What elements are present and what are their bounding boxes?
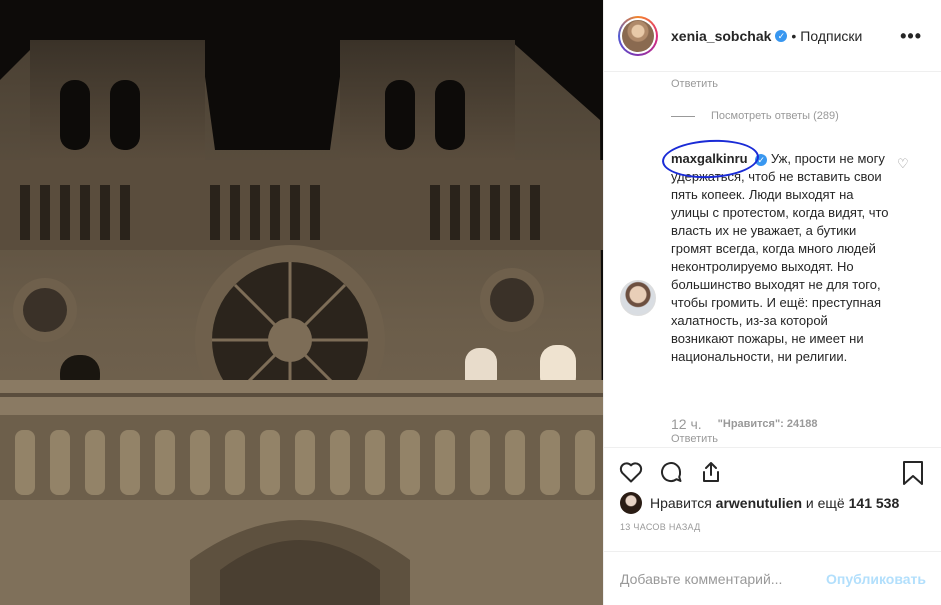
action-bar bbox=[604, 447, 941, 495]
liked-by-prefix: Нравится bbox=[650, 495, 712, 511]
heart-icon[interactable] bbox=[618, 459, 644, 485]
avatar-image bbox=[622, 19, 654, 52]
comments-list[interactable]: Ответить Посмотреть ответы (289) maxgalk… bbox=[604, 72, 941, 447]
bookmark-icon[interactable] bbox=[902, 460, 924, 486]
notre-dame-cathedral-image bbox=[0, 0, 603, 605]
post-side-panel: xenia_sobchak ✓ • Подписки ••• Ответить … bbox=[603, 0, 941, 605]
share-icon[interactable] bbox=[698, 459, 724, 485]
post-header: xenia_sobchak ✓ • Подписки ••• bbox=[604, 0, 941, 72]
comment-likes-count[interactable]: "Нравится": 24188 bbox=[718, 418, 818, 430]
liker-avatar[interactable] bbox=[620, 492, 642, 514]
comment-time: 12 ч. bbox=[671, 416, 702, 432]
view-replies-label: Посмотреть ответы (289) bbox=[711, 110, 839, 122]
likes-count[interactable]: 141 538 bbox=[849, 495, 900, 511]
author-avatar[interactable] bbox=[618, 15, 658, 56]
post-timestamp[interactable]: 13 ЧАСОВ НАЗАД bbox=[620, 522, 701, 532]
liker-username[interactable]: arwenutulien bbox=[716, 495, 802, 511]
commenter-username-text: maxgalkinru bbox=[671, 151, 748, 166]
comment-like-heart-icon[interactable]: ♡ bbox=[897, 156, 909, 172]
verified-badge-icon: ✓ bbox=[755, 153, 768, 166]
author-username[interactable]: xenia_sobchak bbox=[671, 28, 771, 44]
more-options-icon[interactable]: ••• bbox=[900, 26, 922, 47]
reply-button[interactable]: Ответить bbox=[671, 78, 718, 90]
commenter-username[interactable]: maxgalkinru bbox=[661, 137, 760, 181]
comment-icon[interactable] bbox=[658, 459, 684, 485]
separator-dot: • bbox=[791, 27, 797, 44]
liked-by-suffix: и ещё bbox=[805, 495, 845, 511]
comment-input[interactable] bbox=[620, 570, 827, 587]
replies-divider-line bbox=[671, 115, 695, 117]
comment-body: maxgalkinru ✓ Уж, прости не могу удержат… bbox=[661, 137, 889, 366]
commenter-avatar[interactable] bbox=[620, 280, 656, 316]
comment-text: Уж, прости не могу удержаться, чтоб не в… bbox=[671, 151, 889, 364]
verified-badge-icon: ✓ bbox=[775, 29, 788, 42]
liked-by-line: Нравится arwenutulien и ещё 141 538 bbox=[620, 492, 899, 514]
comment-form: Опубликовать bbox=[604, 551, 941, 605]
publish-button[interactable]: Опубликовать bbox=[826, 571, 926, 587]
follow-button[interactable]: Подписки bbox=[800, 28, 862, 44]
post-photo[interactable] bbox=[0, 0, 603, 605]
view-replies-button[interactable]: Посмотреть ответы (289) bbox=[671, 110, 839, 122]
comment-reply-button[interactable]: Ответить bbox=[671, 433, 718, 445]
comment-meta: 12 ч. "Нравится": 24188 bbox=[671, 416, 817, 432]
